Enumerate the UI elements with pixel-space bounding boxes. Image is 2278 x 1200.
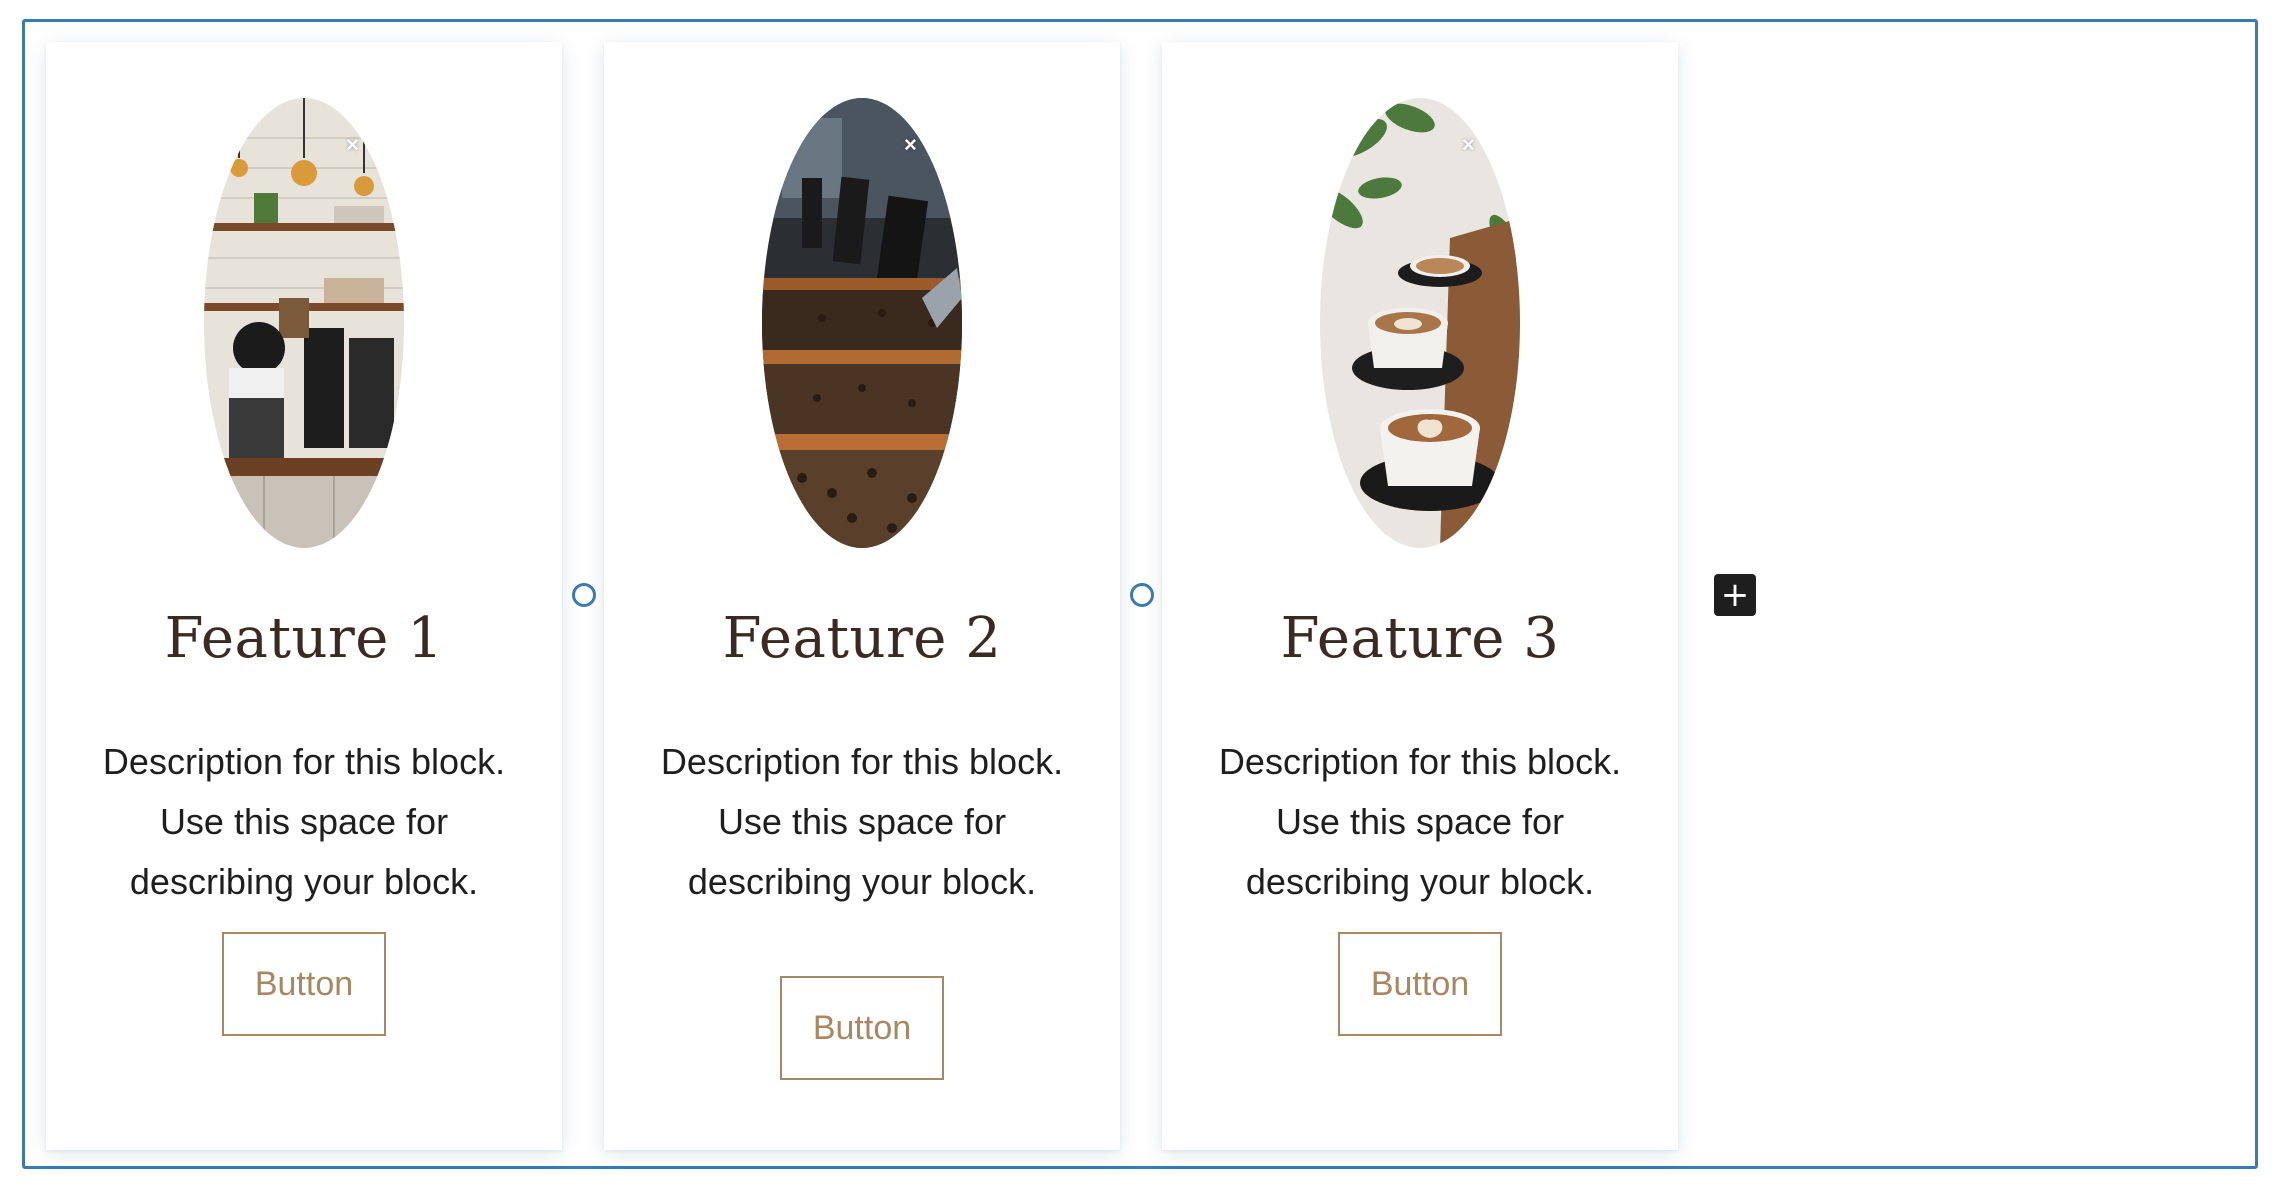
feature-3-description[interactable]: Description for this block. Use this spa… xyxy=(1202,732,1638,912)
feature-column-1[interactable]: × Feature 1 Description for this block. … xyxy=(46,42,562,1150)
feature-3-image[interactable] xyxy=(1320,98,1520,548)
feature-1-image[interactable] xyxy=(204,98,404,548)
feature-1-title[interactable]: Feature 1 xyxy=(46,606,562,671)
image-close-icon[interactable]: × xyxy=(1462,134,1475,156)
feature-2-image[interactable] xyxy=(762,98,962,548)
feature-1-description[interactable]: Description for this block. Use this spa… xyxy=(86,732,522,912)
feature-2-button[interactable]: Button xyxy=(780,976,944,1080)
feature-1-button[interactable]: Button xyxy=(222,932,386,1036)
image-close-icon[interactable]: × xyxy=(904,134,917,156)
column-resize-handle-1[interactable] xyxy=(572,583,596,607)
feature-column-2[interactable]: × Feature 2 Description for this block. … xyxy=(604,42,1120,1150)
image-close-icon[interactable]: × xyxy=(346,134,359,156)
feature-1-photo xyxy=(204,98,404,548)
column-resize-handle-2[interactable] xyxy=(1130,583,1154,607)
plus-icon: + xyxy=(1720,575,1750,615)
feature-3-title[interactable]: Feature 3 xyxy=(1162,606,1678,671)
feature-3-photo xyxy=(1320,98,1520,548)
add-block-button[interactable]: + xyxy=(1714,574,1756,616)
feature-column-3[interactable]: × Feature 3 Description for this block. … xyxy=(1162,42,1678,1150)
feature-2-photo xyxy=(762,98,962,548)
feature-3-button[interactable]: Button xyxy=(1338,932,1502,1036)
feature-2-description[interactable]: Description for this block. Use this spa… xyxy=(644,732,1080,912)
feature-2-title[interactable]: Feature 2 xyxy=(604,606,1120,671)
